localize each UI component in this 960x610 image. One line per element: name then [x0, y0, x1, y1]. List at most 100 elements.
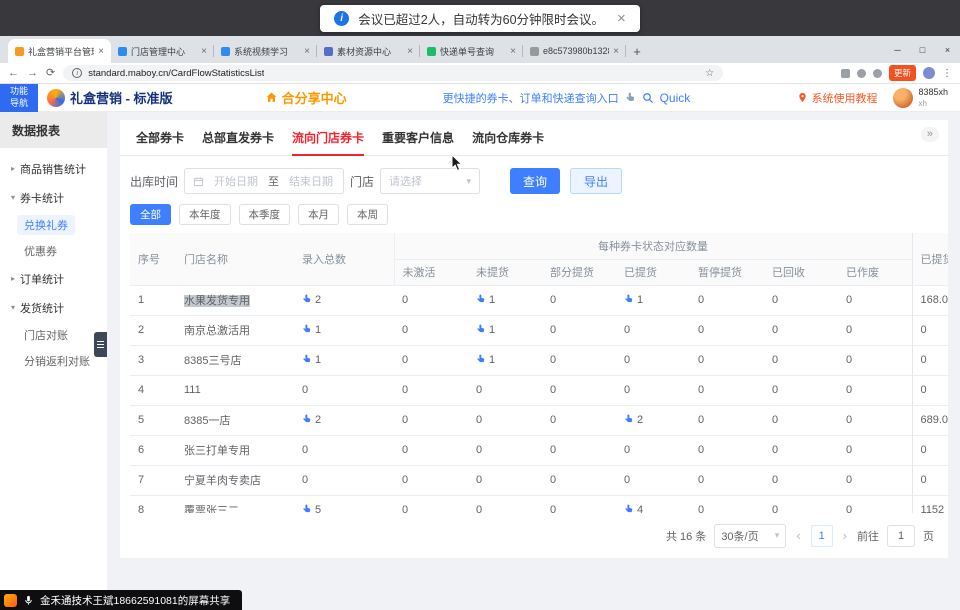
user-box[interactable]: 8385xh xh: [893, 87, 948, 108]
page-unit: 页: [923, 528, 934, 544]
caret-icon: ▸: [11, 274, 15, 283]
sidebar-subitem[interactable]: 门店对账: [0, 322, 107, 348]
quick-filter-button[interactable]: 全部: [130, 204, 171, 225]
downloads-icon[interactable]: [857, 69, 866, 78]
new-tab-button[interactable]: +: [626, 40, 648, 62]
card-tab[interactable]: 总部直发券卡: [202, 120, 274, 155]
cell-count[interactable]: 1: [294, 315, 394, 345]
quick-filter-button[interactable]: 本季度: [239, 204, 291, 225]
cell-no: 5: [130, 405, 176, 435]
store-select[interactable]: 请选择 ▾: [380, 168, 480, 194]
update-button[interactable]: 更新: [889, 65, 916, 81]
user-name: 8385xh xh: [918, 87, 948, 108]
sidebar-subitem[interactable]: 优惠券: [0, 238, 107, 264]
tab-favicon-icon: [221, 47, 230, 56]
meeting-toast: i 会议已超过2人，自动转为60分钟限时会议。 ×: [320, 5, 640, 32]
card-tab[interactable]: 全部券卡: [136, 120, 184, 155]
back-icon[interactable]: ←: [8, 68, 19, 79]
browser-tab[interactable]: 系统视频学习×: [214, 39, 317, 63]
next-page-button[interactable]: ›: [841, 528, 849, 543]
tab-close-icon[interactable]: ×: [98, 46, 104, 57]
card-tab[interactable]: 重要客户信息: [382, 120, 454, 155]
quick-filter-button[interactable]: 本周: [347, 204, 388, 225]
browser-tab[interactable]: 素材资源中心×: [317, 39, 420, 63]
window-close-icon[interactable]: ×: [935, 45, 960, 55]
tab-close-icon[interactable]: ×: [510, 46, 516, 57]
share-center-link[interactable]: 合分享中心: [265, 88, 347, 107]
menu-kebab-icon[interactable]: ⋮: [942, 68, 952, 79]
workspace: 数据报表 ▸商品销售统计▾券卡统计兑换礼券优惠券 ▸ 订单统计 ▾发货统计门店对账分销…: [0, 112, 960, 610]
forward-icon[interactable]: →: [27, 68, 38, 79]
cell-count[interactable]: 1: [468, 285, 542, 315]
cell-count[interactable]: 4: [616, 495, 690, 514]
cell-count[interactable]: 5: [294, 495, 394, 514]
sidebar-collapse-handle[interactable]: [94, 332, 107, 357]
sidebar-subitem-label: 优惠券: [24, 243, 57, 259]
sidebar-item-label: 订单统计: [20, 271, 64, 287]
quick-filter-button[interactable]: 本月: [298, 204, 339, 225]
quick-label: Quick: [660, 91, 691, 105]
page-size-select[interactable]: 30条/页 ▾: [714, 524, 786, 548]
nav-toggle-button[interactable]: 功能 导航: [0, 84, 38, 112]
cell-count[interactable]: 2: [294, 285, 394, 315]
cell-count: 0: [542, 285, 616, 315]
cell-count: 0: [838, 345, 912, 375]
cell-count[interactable]: 1: [468, 315, 542, 345]
sidebar-title: 数据报表: [0, 112, 107, 148]
tab-close-icon[interactable]: ×: [304, 46, 310, 57]
reload-icon[interactable]: ⟳: [46, 68, 55, 79]
user-icon[interactable]: [873, 69, 882, 78]
app-header: 功能 导航 礼盒营销 - 标准版 合分享中心 更快捷的券卡、订单和快递查询入口 …: [0, 84, 960, 112]
cell-count[interactable]: 2: [294, 405, 394, 435]
cell-count: 0: [616, 465, 690, 495]
cell-count[interactable]: 1: [616, 285, 690, 315]
tutorial-link[interactable]: 系统使用教程: [797, 90, 877, 106]
page-number[interactable]: 1: [811, 525, 833, 547]
browser-tab[interactable]: 门店管理中心×: [111, 39, 214, 63]
window-minimize-icon[interactable]: ─: [885, 45, 910, 55]
sidebar-subitem[interactable]: 兑换礼券: [0, 212, 107, 238]
tab-close-icon[interactable]: ×: [407, 46, 413, 57]
tab-title: 礼盒营销平台管理中心: [28, 45, 94, 58]
tab-close-icon[interactable]: ×: [613, 46, 619, 57]
report-card: 全部券卡总部直发券卡流向门店券卡重要客户信息流向仓库券卡 » 出库时间 开始日期…: [120, 120, 948, 558]
cell-count: 0: [764, 315, 838, 345]
tab-close-icon[interactable]: ×: [201, 46, 207, 57]
browser-tab[interactable]: 快递单号查询×: [420, 39, 523, 63]
date-separator: 至: [268, 173, 279, 189]
goto-page-input[interactable]: 1: [887, 525, 915, 547]
table-row: 4111000000000: [130, 375, 948, 405]
profile-avatar[interactable]: [923, 67, 935, 79]
browser-tab-list: 礼盒营销平台管理中心×门店管理中心×系统视频学习×素材资源中心×快递单号查询×e…: [8, 36, 626, 63]
cell-count: 0: [764, 435, 838, 465]
sidebar-item[interactable]: ▸商品销售统计: [0, 154, 107, 183]
cell-count[interactable]: 1: [294, 345, 394, 375]
browser-tab[interactable]: 礼盒营销平台管理中心 ×: [8, 39, 111, 63]
card-tab[interactable]: 流向门店券卡: [292, 120, 364, 155]
url-box[interactable]: i standard.maboy.cn/CardFlowStatisticsLi…: [63, 65, 723, 81]
window-maximize-icon[interactable]: □: [910, 45, 935, 55]
col-header-status: 暂停提货: [690, 259, 764, 285]
sidebar-item[interactable]: ▸ 订单统计: [0, 264, 107, 293]
card-tab[interactable]: 流向仓库券卡: [472, 120, 544, 155]
browser-tab[interactable]: e8c573980b1328a258fd2a6l×: [523, 39, 626, 63]
export-button[interactable]: 导出: [570, 168, 622, 194]
microphone-icon[interactable]: [23, 595, 34, 606]
quick-entry[interactable]: 更快捷的券卡、订单和快递查询入口 Quick: [443, 90, 691, 106]
bookmark-star-icon[interactable]: ☆: [705, 68, 714, 79]
quick-filter-button[interactable]: 本年度: [179, 204, 231, 225]
cell-count[interactable]: 2: [616, 405, 690, 435]
cell-store-name: 南京总激活用: [176, 315, 294, 345]
site-info-icon[interactable]: i: [72, 68, 82, 78]
sidebar-item[interactable]: ▾发货统计: [0, 293, 107, 322]
sidebar-item[interactable]: ▾券卡统计: [0, 183, 107, 212]
search-button[interactable]: 查询: [510, 168, 560, 194]
date-range-input[interactable]: 开始日期 至 结束日期: [184, 168, 344, 194]
collapse-panel-icon[interactable]: »: [921, 127, 939, 142]
sidebar-subitem[interactable]: 分销返利对账: [0, 348, 107, 374]
prev-page-button[interactable]: ‹: [794, 528, 802, 543]
extensions-icon[interactable]: [841, 69, 850, 78]
chevron-down-icon: ▾: [467, 176, 472, 187]
cell-count[interactable]: 1: [468, 345, 542, 375]
close-icon[interactable]: ×: [617, 10, 626, 27]
